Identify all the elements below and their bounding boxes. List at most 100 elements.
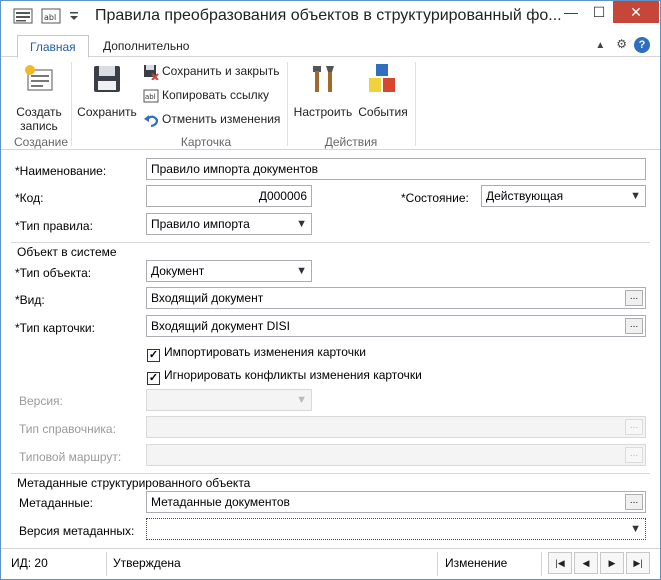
status-divider [106,552,107,576]
save-button[interactable]: Сохранить [75,62,139,119]
ref-type-browse-button[interactable]: ... [625,419,643,435]
copy-link-button[interactable]: abl Копировать ссылку [143,86,269,106]
state-value: Действующая [486,189,564,203]
first-icon: |◀ [555,558,565,568]
save-close-icon [144,64,159,81]
kind-value: Входящий документ [151,291,264,305]
rule-type-select[interactable]: Правило импорта ▼ [146,213,312,235]
create-record-button[interactable]: Создать запись [15,62,63,133]
name-field[interactable]: Правило импорта документов [146,158,646,180]
rule-type-label: *Тип правила: [15,219,93,233]
svg-text:abl: abl [145,93,156,101]
save-and-close-button[interactable]: Сохранить и закрыть [143,62,279,82]
divider [11,473,650,474]
route-browse-button[interactable]: ... [625,447,643,463]
ribbon-separator [415,62,416,146]
chevron-down-icon: ▼ [296,394,307,406]
kind-browse-button[interactable]: ... [625,290,643,306]
kind-field[interactable]: Входящий документ ... [146,287,646,309]
object-type-select[interactable]: Документ ▼ [146,260,312,282]
events-icon [355,62,411,99]
ribbon-controls: ▲ ⚙ ? [591,37,650,55]
meta-section-title: Метаданные структурированного объекта [17,476,251,490]
chevron-down-icon: ▼ [296,265,307,277]
app-menu-icon[interactable] [13,7,35,27]
first-record-button[interactable]: |◀ [548,552,572,574]
last-icon: ▶| [633,558,643,568]
meta-browse-button[interactable]: ... [625,494,643,510]
checkmark-icon: ✓ [147,349,160,362]
checkmark-icon: ✓ [147,372,160,385]
state-label: *Состояние: [401,191,469,205]
status-divider [437,552,438,576]
window: abl Правила преобразования объектов в ст… [0,0,661,580]
events-label: События [358,105,408,119]
copy-link-label: Копировать ссылку [162,88,269,102]
events-button[interactable]: События [355,62,411,119]
group-create-label: Создание [13,135,69,149]
title-bar: abl Правила преобразования объектов в ст… [1,1,660,33]
settings-button[interactable]: Настроить [291,62,355,119]
ribbon: Создать запись Сохранить Сохранить и зак… [1,58,660,150]
next-record-button[interactable]: ▶ [600,552,624,574]
meta-version-select[interactable]: ▼ [146,518,646,540]
route-label: Типовой маршрут: [19,450,122,464]
card-type-value: Входящий документ DISI [151,319,290,333]
cancel-changes-button[interactable]: Отменить изменения [143,110,280,130]
route-field[interactable]: ... [146,444,646,466]
next-icon: ▶ [608,558,616,568]
card-type-label: *Тип карточки: [15,321,95,335]
ref-type-field[interactable]: ... [146,416,646,438]
object-section-title: Объект в системе [17,245,117,259]
state-select[interactable]: Действующая ▼ [481,185,646,207]
name-label: *Наименование: [15,164,107,178]
ribbon-separator [287,62,288,146]
meta-value: Метаданные документов [151,495,290,509]
group-actions-label: Действия [324,135,378,149]
save-label: Сохранить [77,105,137,119]
import-changes-checkbox[interactable]: ✓ Импортировать изменения карточки [147,345,366,362]
help-icon[interactable]: ? [634,37,650,53]
window-title: Правила преобразования объектов в структ… [95,7,562,24]
status-bar: ИД: 20 Утверждена Изменение |◀ ◀ ▶ ▶| [1,548,660,579]
meta-version-label: Версия метаданных: [19,524,135,538]
import-changes-label: Импортировать изменения карточки [164,345,366,359]
minimize-button[interactable]: — [557,1,585,23]
collapse-ribbon-icon[interactable]: ▲ [591,40,609,51]
tab-home[interactable]: Главная [17,35,89,58]
code-label: *Код: [15,191,44,205]
meta-field[interactable]: Метаданные документов ... [146,491,646,513]
version-select[interactable]: ▼ [146,389,312,411]
chevron-down-icon: ▼ [296,218,307,230]
ignore-conflicts-checkbox[interactable]: ✓ Игнорировать конфликты изменения карточ… [147,368,422,385]
record-id: ИД: 20 [11,556,48,570]
meta-label: Метаданные: [19,496,94,510]
chevron-down-icon: ▼ [630,523,641,535]
card-type-browse-button[interactable]: ... [625,318,643,334]
settings-icon[interactable]: ⚙ [613,37,631,51]
code-field[interactable]: Д000006 [146,185,312,207]
tab-additional[interactable]: Дополнительно [91,35,201,58]
group-card-label: Карточка [180,135,232,149]
cancel-changes-label: Отменить изменения [162,112,281,126]
maximize-button[interactable]: ☐ [585,1,613,23]
ribbon-tabs: Главная Дополнительно ▲ ⚙ ? [1,33,660,58]
lifecycle-state: Утверждена [113,556,181,570]
object-type-label: *Тип объекта: [15,266,92,280]
kind-label: *Вид: [15,293,45,307]
settings-label: Настроить [293,105,353,119]
status-divider [541,552,542,576]
ref-type-label: Тип справочника: [19,422,116,436]
card-type-field[interactable]: Входящий документ DISI ... [146,315,646,337]
close-button[interactable]: ✕ [613,1,659,23]
new-record-icon [15,62,63,99]
copy-link-icon[interactable]: abl [41,7,63,27]
version-label: Версия: [19,394,63,408]
rule-type-value: Правило импорта [151,217,250,231]
tools-icon [291,62,355,99]
quick-access-dropdown-icon[interactable] [67,7,89,27]
prev-record-button[interactable]: ◀ [574,552,598,574]
save-icon [75,62,139,99]
last-record-button[interactable]: ▶| [626,552,650,574]
create-record-label: Создать запись [16,105,62,133]
